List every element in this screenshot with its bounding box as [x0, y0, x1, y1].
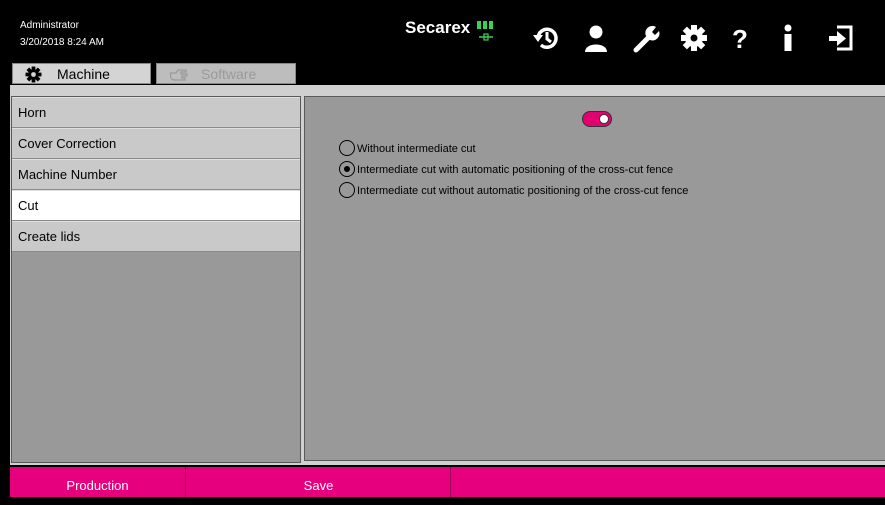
- radio-button[interactable]: [339, 140, 355, 156]
- gear-icon: [25, 66, 42, 83]
- sidebar-item-create-lids[interactable]: Create lids: [12, 221, 300, 252]
- production-button[interactable]: Production: [10, 467, 186, 497]
- tab-software-label: Software: [201, 66, 257, 82]
- info-icon[interactable]: [772, 22, 804, 54]
- brand-title: Secarex: [405, 18, 471, 37]
- tab-machine-label: Machine: [57, 66, 110, 82]
- radio-button[interactable]: [339, 182, 355, 198]
- wrench-icon[interactable]: [630, 22, 662, 54]
- user-name: Administrator: [20, 20, 79, 31]
- datetime: 3/20/2018 8:24 AM: [20, 37, 104, 48]
- header-bar: Administrator 3/20/2018 8:24 AM Secarex: [10, 10, 885, 85]
- svg-text:?: ?: [732, 24, 748, 54]
- sidebar-item-machine-number[interactable]: Machine Number: [12, 159, 300, 190]
- cut-toggle[interactable]: [582, 111, 612, 127]
- save-button[interactable]: Save: [187, 467, 451, 497]
- footer-bar: Production Save: [10, 467, 885, 497]
- option-label: Without intermediate cut: [357, 143, 476, 155]
- option-label: Intermediate cut without automatic posit…: [357, 185, 689, 197]
- sidebar-item-horn[interactable]: Horn: [12, 97, 300, 128]
- radio-button-checked[interactable]: [339, 161, 355, 177]
- gear-icon[interactable]: [678, 22, 710, 54]
- option-label: Intermediate cut with automatic position…: [357, 164, 674, 176]
- settings-panel: Without intermediate cut Intermediate cu…: [304, 96, 885, 461]
- sidebar-item-cover-correction[interactable]: Cover Correction: [12, 128, 300, 159]
- connection-status-icon: [477, 21, 493, 41]
- help-icon[interactable]: ?: [724, 22, 756, 54]
- hand-icon: [169, 69, 188, 81]
- sidebar-item-cut[interactable]: Cut: [12, 190, 300, 221]
- tab-machine[interactable]: Machine: [12, 63, 151, 84]
- sidebar: Horn Cover Correction Machine Number Cut…: [11, 96, 301, 463]
- toggle-knob: [599, 114, 609, 124]
- user-info: Administrator 3/20/2018 8:24 AM: [20, 17, 104, 51]
- logout-icon[interactable]: [825, 22, 857, 54]
- tab-software[interactable]: Software: [156, 63, 296, 84]
- user-icon[interactable]: [580, 22, 612, 54]
- history-icon[interactable]: [530, 22, 562, 54]
